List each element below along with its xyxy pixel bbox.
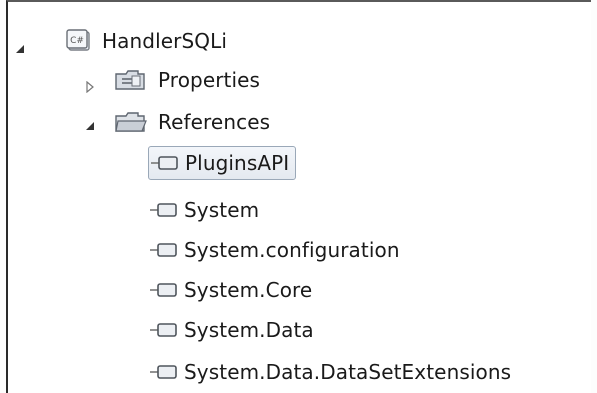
references-folder-icon [114,109,148,135]
reference-icon [148,200,180,220]
properties-label: Properties [158,68,261,92]
reference-label: System.Data.DataSetExtensions [184,360,512,384]
tree-node-references[interactable]: References [114,103,270,141]
reference-label: System.Data [184,318,314,342]
reference-icon [148,280,180,300]
reference-item-system-data-datasetextensions[interactable]: System.Data.DataSetExtensions [148,353,511,391]
reference-item-system[interactable]: System [148,191,259,229]
reference-icon [148,240,180,260]
expand-arrow-icon[interactable] [84,81,96,93]
reference-label: PluginsAPI [185,151,290,175]
project-label: HandlerSQLi [102,29,227,53]
csharp-project-icon: C# [66,28,92,54]
references-label: References [158,110,271,134]
reference-icon [148,362,180,382]
properties-folder-icon [114,67,148,93]
reference-item-system-core[interactable]: System.Core [148,271,312,309]
reference-label: System [184,198,260,222]
tree-node-properties[interactable]: Properties [114,61,260,99]
collapse-arrow-icon[interactable] [84,120,96,132]
collapse-arrow-icon[interactable] [14,43,26,55]
tree-node-project[interactable]: C# HandlerSQLi [66,22,227,60]
solution-explorer-tree: C# HandlerSQLi Properties References Plu… [6,0,591,393]
reference-icon [149,153,181,173]
reference-label: System.configuration [184,238,400,262]
reference-item-system-data[interactable]: System.Data [148,311,314,349]
reference-item-system-configuration[interactable]: System.configuration [148,231,400,269]
reference-item-pluginsapi[interactable]: PluginsAPI [148,146,297,180]
svg-text:C#: C# [70,36,84,46]
reference-icon [148,320,180,340]
reference-label: System.Core [184,278,313,302]
